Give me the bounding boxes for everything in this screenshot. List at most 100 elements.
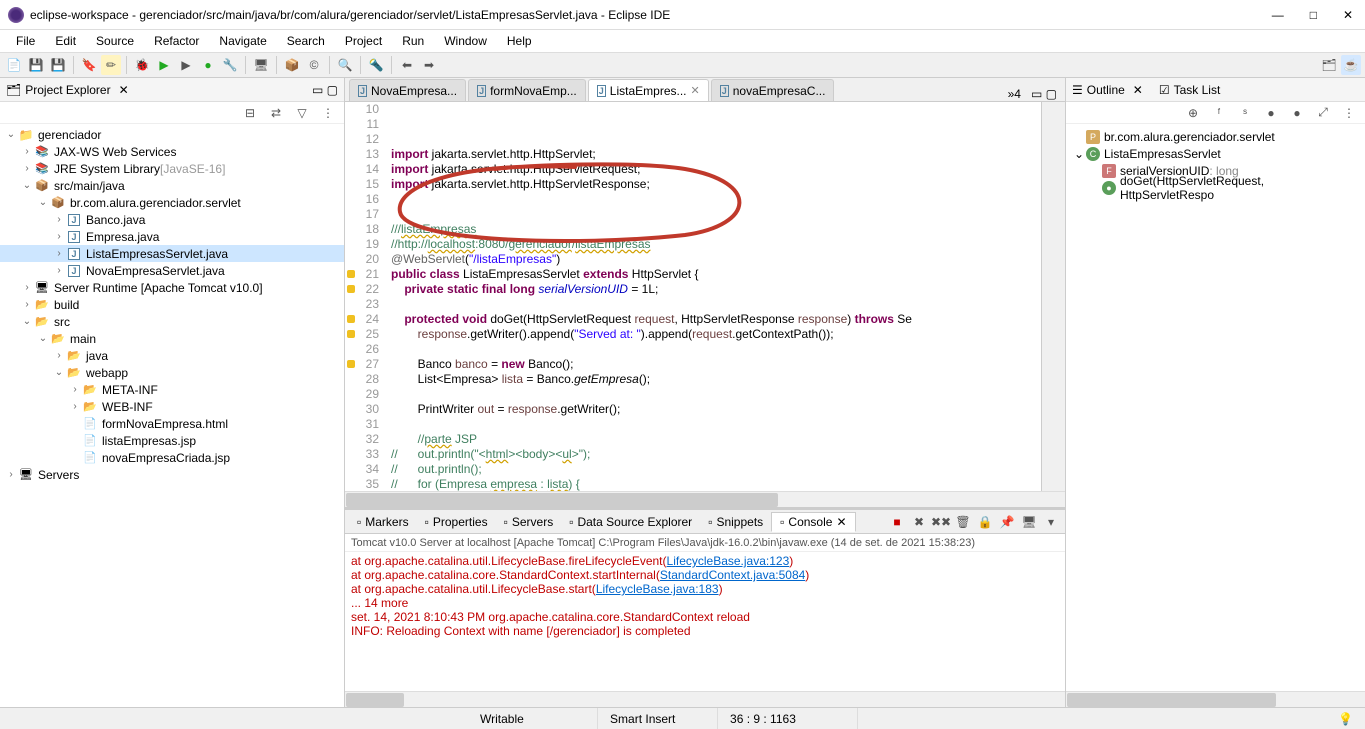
code-line[interactable]: //http://localhost:8080/gerenciador/list… — [391, 237, 1041, 252]
highlight-button[interactable]: ✏ — [101, 55, 121, 75]
close-button[interactable]: ✕ — [1339, 8, 1357, 22]
open-type[interactable]: 🔍 — [335, 55, 355, 75]
maximize-button[interactable]: □ — [1306, 8, 1321, 22]
hide-fields-icon[interactable]: ᶠ — [1209, 103, 1229, 123]
link-editor-icon[interactable]: ⇄ — [266, 103, 286, 123]
bottom-tab-markers[interactable]: ▫Markers — [349, 513, 417, 531]
focus-icon[interactable]: ⤢ — [1313, 103, 1333, 123]
collapse-all-icon[interactable]: ⊟ — [240, 103, 260, 123]
scroll-lock[interactable]: 🔒 — [975, 512, 995, 532]
java-ee-perspective[interactable]: ☕ — [1341, 55, 1361, 75]
tree-item[interactable]: ›build — [0, 296, 344, 313]
editor-tab[interactable]: JListaEmpres...✕ — [588, 79, 709, 101]
back-button[interactable]: ⬅ — [397, 55, 417, 75]
outline-item[interactable]: Pbr.com.alura.gerenciador.servlet — [1070, 128, 1361, 145]
code-line[interactable] — [391, 387, 1041, 402]
code-line[interactable] — [391, 342, 1041, 357]
stack-link[interactable]: LifecycleBase.java:123 — [667, 554, 790, 568]
pin-console[interactable]: 📌 — [997, 512, 1017, 532]
tree-item[interactable]: ⌄src/main/java — [0, 177, 344, 194]
tree-item[interactable]: ›JAX-WS Web Services — [0, 143, 344, 160]
tree-item[interactable]: ›WEB-INF — [0, 398, 344, 415]
tree-item[interactable]: listaEmpresas.jsp — [0, 432, 344, 449]
tree-item[interactable]: formNovaEmpresa.html — [0, 415, 344, 432]
tree-item[interactable]: ⌄webapp — [0, 364, 344, 381]
view-menu-icon[interactable]: ⋮ — [318, 103, 338, 123]
bottom-tab-snippets[interactable]: ▫Snippets — [700, 513, 771, 531]
minimize-button[interactable]: — — [1268, 8, 1288, 22]
close-tab-icon[interactable]: ✕ — [691, 84, 700, 97]
menu-refactor[interactable]: Refactor — [144, 32, 209, 50]
code-line[interactable]: List<Empresa> lista = Banco.getEmpresa()… — [391, 372, 1041, 387]
code-line[interactable]: import jakarta.servlet.http.HttpServletR… — [391, 177, 1041, 192]
forward-button[interactable]: ➡ — [419, 55, 439, 75]
menu-window[interactable]: Window — [434, 32, 497, 50]
project-tree[interactable]: ⌄gerenciador›JAX-WS Web Services›JRE Sys… — [0, 124, 344, 707]
open-console[interactable]: ▾ — [1041, 512, 1061, 532]
code-line[interactable]: private static final long serialVersionU… — [391, 282, 1041, 297]
menu-navigate[interactable]: Navigate — [209, 32, 276, 50]
tree-item[interactable]: ›Banco.java — [0, 211, 344, 228]
toggle-breadcrumb[interactable]: 🔖 — [79, 55, 99, 75]
console-hscroll[interactable] — [345, 691, 1065, 707]
debug-button[interactable]: 🐞 — [132, 55, 152, 75]
code-line[interactable]: // out.println(); — [391, 462, 1041, 477]
code-line[interactable] — [391, 207, 1041, 222]
tabs-overflow[interactable]: »4 — [1002, 87, 1027, 101]
tree-item[interactable]: ⌄gerenciador — [0, 126, 344, 143]
code-line[interactable] — [391, 192, 1041, 207]
tree-item[interactable]: ›Server Runtime [Apache Tomcat v10.0] — [0, 279, 344, 296]
clear-console[interactable]: 🗑 — [953, 512, 973, 532]
tree-item[interactable]: ⌄src — [0, 313, 344, 330]
stack-link[interactable]: LifecycleBase.java:183 — [596, 582, 719, 596]
display-console[interactable]: 🖥 — [1019, 512, 1039, 532]
code-line[interactable] — [391, 297, 1041, 312]
editor-minmax[interactable]: ▭ ▢ — [1027, 87, 1061, 101]
filter-icon[interactable]: ▽ — [292, 103, 312, 123]
editor-tab[interactable]: JnovaEmpresaC... — [711, 79, 835, 101]
new-class[interactable]: © — [304, 55, 324, 75]
editor-hscroll[interactable] — [345, 491, 1065, 507]
menu-source[interactable]: Source — [86, 32, 144, 50]
tree-item[interactable]: ›java — [0, 347, 344, 364]
open-perspective[interactable]: 🗂 — [1319, 55, 1339, 75]
menu-file[interactable]: File — [6, 32, 45, 50]
bottom-tab-properties[interactable]: ▫Properties — [417, 513, 496, 531]
save-all-button[interactable]: 💾 — [48, 55, 68, 75]
menu-run[interactable]: Run — [392, 32, 434, 50]
tree-item[interactable]: ›Empresa.java — [0, 228, 344, 245]
sort-icon[interactable]: ⊕ — [1183, 103, 1203, 123]
tip-icon[interactable]: 💡 — [1338, 712, 1353, 726]
menu-help[interactable]: Help — [497, 32, 542, 50]
search-button[interactable]: 🔦 — [366, 55, 386, 75]
tree-item[interactable]: ›Servers — [0, 466, 344, 483]
new-server[interactable]: 🖥 — [251, 55, 271, 75]
tree-item[interactable]: ⌄main — [0, 330, 344, 347]
editor-area[interactable]: 1011121314151617181920212223242526272829… — [345, 102, 1065, 491]
code-line[interactable]: PrintWriter out = response.getWriter(); — [391, 402, 1041, 417]
outline-hscroll[interactable] — [1066, 691, 1365, 707]
code-line[interactable]: public class ListaEmpresasServlet extend… — [391, 267, 1041, 282]
menu-project[interactable]: Project — [335, 32, 392, 50]
tree-item[interactable]: ›ListaEmpresasServlet.java — [0, 245, 344, 262]
hide-nonpublic-icon[interactable]: ● — [1261, 103, 1281, 123]
console-output[interactable]: at org.apache.catalina.util.LifecycleBas… — [345, 552, 1065, 691]
terminate-button[interactable]: ■ — [887, 512, 907, 532]
coverage-button[interactable]: ▶ — [176, 55, 196, 75]
hide-static-icon[interactable]: ˢ — [1235, 103, 1255, 123]
run-button[interactable]: ▶ — [154, 55, 174, 75]
code-line[interactable]: response.getWriter().append("Served at: … — [391, 327, 1041, 342]
code-line[interactable]: // out.println("<html><body><ul>"); — [391, 447, 1041, 462]
bottom-tab-console[interactable]: ▫Console ✕ — [771, 512, 855, 532]
tree-item[interactable]: novaEmpresaCriada.jsp — [0, 449, 344, 466]
new-button[interactable]: 📄 — [4, 55, 24, 75]
code-line[interactable]: // for (Empresa empresa : lista) { — [391, 477, 1041, 491]
tree-item[interactable]: ›NovaEmpresaServlet.java — [0, 262, 344, 279]
tree-item[interactable]: ›META-INF — [0, 381, 344, 398]
code-line[interactable]: import jakarta.servlet.http.HttpServlet; — [391, 147, 1041, 162]
save-button[interactable]: 💾 — [26, 55, 46, 75]
outline-item[interactable]: ⌄CListaEmpresasServlet — [1070, 145, 1361, 162]
tree-item[interactable]: ›JRE System Library [JavaSE-16] — [0, 160, 344, 177]
new-package[interactable]: 📦 — [282, 55, 302, 75]
bottom-tab-data-source-explorer[interactable]: ▫Data Source Explorer — [561, 513, 700, 531]
